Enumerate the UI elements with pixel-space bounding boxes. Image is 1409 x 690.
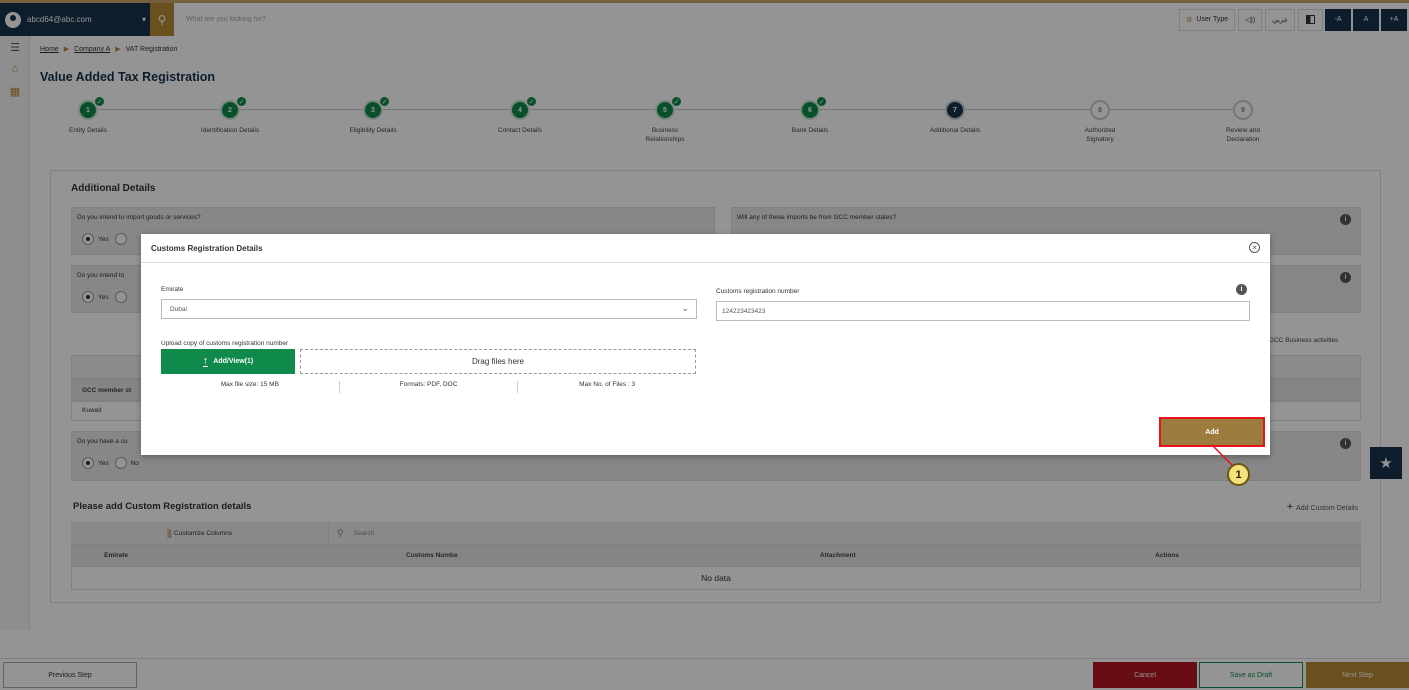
upload-constraints: Max file size: 15 MB Formats: PDF, DOC M… [161,381,696,393]
customs-registration-modal: Customs Registration Details ✕ Emirate D… [141,234,1270,455]
max-files: Max No. of Files : 3 [579,381,636,388]
emirate-label: Emirate [161,286,184,293]
chevron-down-icon: ⌄ [681,303,689,313]
info-icon[interactable]: i [1236,284,1247,295]
customs-reg-number-input[interactable]: 124223423423 [716,301,1250,321]
add-button[interactable]: Add [1159,417,1265,447]
upload-label: Upload copy of customs registration numb… [161,340,289,347]
upload-button-label: Add/View(1) [213,358,254,365]
customs-reg-number-label: Customs registration number [716,288,800,295]
upload-icon: ↑ [202,354,209,367]
step-callout-badge: 1 [1227,463,1250,486]
close-icon[interactable]: ✕ [1249,242,1260,253]
emirate-selected-value: Dubai [170,305,187,313]
file-drop-zone[interactable]: Drag files here [300,349,696,374]
emirate-select[interactable]: Dubai ⌄ [161,299,697,319]
max-file-size: Max file size: 15 MB [161,381,340,393]
file-formats: Formats: PDF, DOC [340,381,519,393]
modal-title: Customs Registration Details [141,234,1270,263]
add-view-upload-button[interactable]: ↑ Add/View(1) [161,349,295,374]
